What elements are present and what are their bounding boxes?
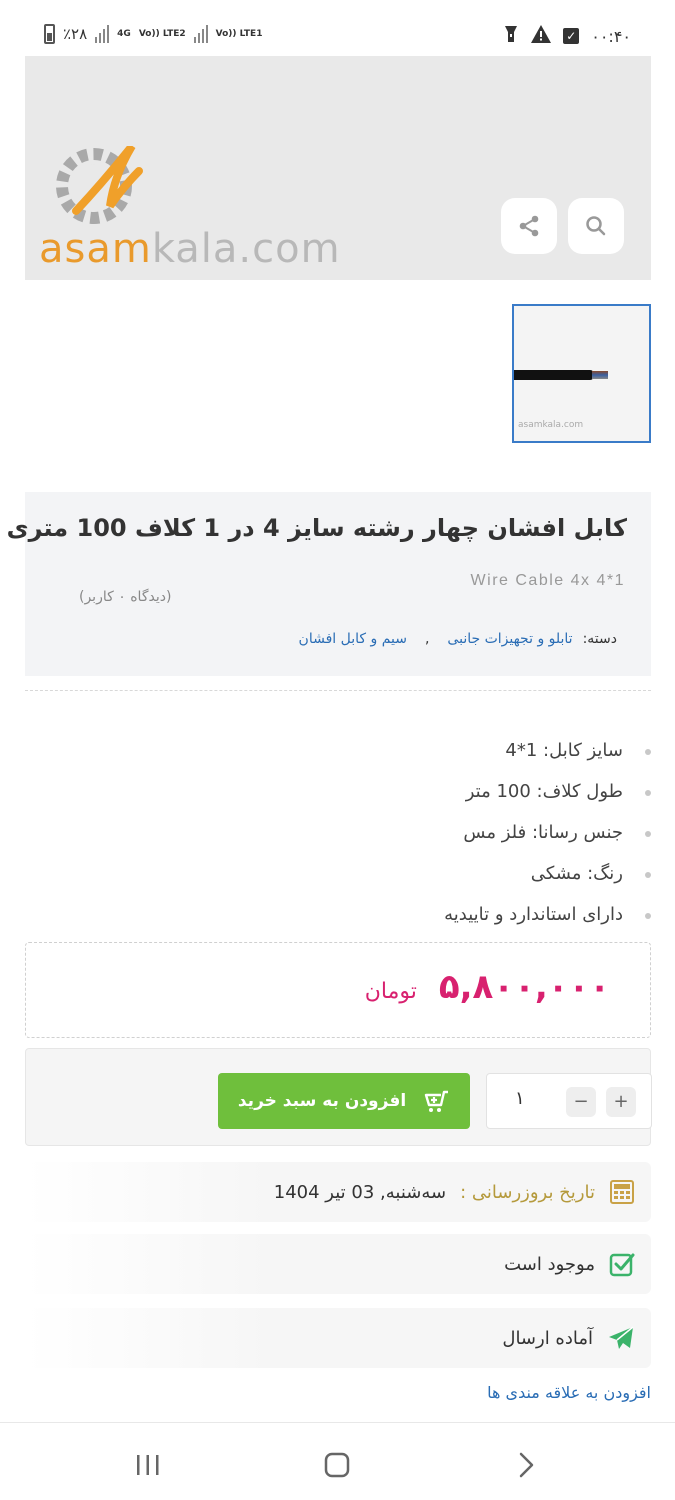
spec-item: دارای استاندارد و تاییدیه (51, 896, 651, 937)
network-lte2: Vo)) LTE2 (138, 28, 186, 39)
home-icon (324, 1452, 350, 1478)
product-header: کابل افشان چهار رشته سایز 4 در 1 کلاف 10… (7, 492, 651, 676)
warning-icon (531, 25, 552, 47)
spec-item: رنگ: مشکی (51, 855, 651, 896)
cable-image (514, 370, 594, 380)
update-date-label: تاریخ بروزرسانی : (460, 1181, 595, 1203)
recent-apps-button[interactable] (128, 1445, 168, 1485)
status-right: ✓ ۰۰:۴۰ (503, 24, 631, 48)
thumbnail-logo: asamkala.com (518, 420, 584, 430)
stock-status-row: موجود است (25, 1234, 651, 1294)
quantity-minus-button[interactable]: − (566, 1087, 596, 1117)
category-link-panel[interactable]: تابلو و تجهیزات جانبی (447, 631, 572, 647)
send-plane-icon (609, 1326, 634, 1349)
quantity-plus-button[interactable]: + (606, 1087, 636, 1117)
product-subtitle: Wire Cable 4x 4*1 (470, 572, 625, 589)
category-separator: , (424, 631, 430, 647)
signal-icon-2 (193, 25, 208, 43)
share-button[interactable] (501, 198, 557, 254)
zoom-search-button[interactable] (568, 198, 624, 254)
price-currency: تومان (364, 979, 417, 1004)
product-title: کابل افشان چهار رشته سایز 4 در 1 کلاف 10… (6, 514, 627, 542)
status-time: ۰۰:۴۰ (591, 26, 631, 46)
category-row: دسته: تابلو و تجهیزات جانبی , سیم و کابل… (299, 631, 617, 647)
status-bar: ٪۲۸ 4G Vo)) LTE2 Vo)) LTE1 ✓ ۰۰:۴۰ (0, 0, 675, 56)
update-date-row: تاریخ بروزرسانی : سه‌شنبه, 03 تیر 1404 (25, 1162, 651, 1222)
update-date-value: سه‌شنبه, 03 تیر 1404 (273, 1181, 447, 1203)
checkbox-notification-icon: ✓ (563, 28, 580, 44)
battery-icon (44, 24, 55, 44)
price-value: ۵,۸۰۰,۰۰۰ (438, 967, 610, 1007)
spec-list: سایز کابل: 1*4 طول کلاف: 100 متر جنس رسا… (51, 732, 651, 937)
cable-wires-image (592, 371, 608, 379)
add-to-cart-button[interactable]: افزودن به سبد خرید (218, 1073, 470, 1129)
price-box: ۵,۸۰۰,۰۰۰ تومان (25, 942, 651, 1038)
price: ۵,۸۰۰,۰۰۰ تومان (365, 967, 610, 1007)
add-to-cart-label: افزودن به سبد خرید (237, 1091, 407, 1111)
spec-item: جنس رسانا: فلز مس (51, 814, 651, 855)
network-4g: 4G (117, 28, 131, 39)
product-thumbnail[interactable]: asamkala.com (512, 304, 651, 443)
network-lte1: Vo)) LTE1 (215, 28, 263, 39)
calendar-icon (610, 1180, 634, 1204)
flashlight-icon (503, 24, 519, 48)
cart-icon (424, 1090, 449, 1112)
chevron-right-icon (519, 1452, 534, 1478)
status-left: ٪۲۸ 4G Vo)) LTE2 Vo)) LTE1 (44, 24, 262, 44)
recent-apps-icon (137, 1455, 159, 1475)
divider (25, 690, 651, 691)
shipping-status-row: آماده ارسال (25, 1308, 651, 1368)
review-count[interactable]: (دیدگاه ۰ کاربر) (79, 589, 171, 605)
back-button[interactable] (506, 1445, 546, 1485)
category-link-cable[interactable]: سیم و کابل افشان (299, 631, 407, 647)
spec-item: سایز کابل: 1*4 (51, 732, 651, 773)
stock-status: موجود است (504, 1253, 595, 1275)
android-navigation-bar (0, 1422, 675, 1500)
category-label: دسته: (582, 631, 617, 647)
add-to-wishlist-link[interactable]: افزودن به علاقه مندی ها (487, 1383, 651, 1402)
logo-text: asamkala.com (39, 226, 341, 272)
share-icon (519, 215, 539, 237)
signal-icon (95, 25, 110, 43)
add-to-cart-box: ۱ − + افزودن به سبد خرید (25, 1048, 652, 1146)
product-image[interactable]: asamkala.com (25, 56, 651, 280)
search-icon (586, 216, 606, 236)
home-button[interactable] (317, 1445, 357, 1485)
check-square-icon (609, 1253, 635, 1277)
quantity-value[interactable]: ۱ (515, 1088, 525, 1109)
shipping-status: آماده ارسال (502, 1327, 593, 1349)
quantity-stepper: ۱ − + (486, 1073, 652, 1129)
spec-item: طول کلاف: 100 متر (51, 773, 651, 814)
battery-level: ٪۲۸ (63, 25, 88, 43)
